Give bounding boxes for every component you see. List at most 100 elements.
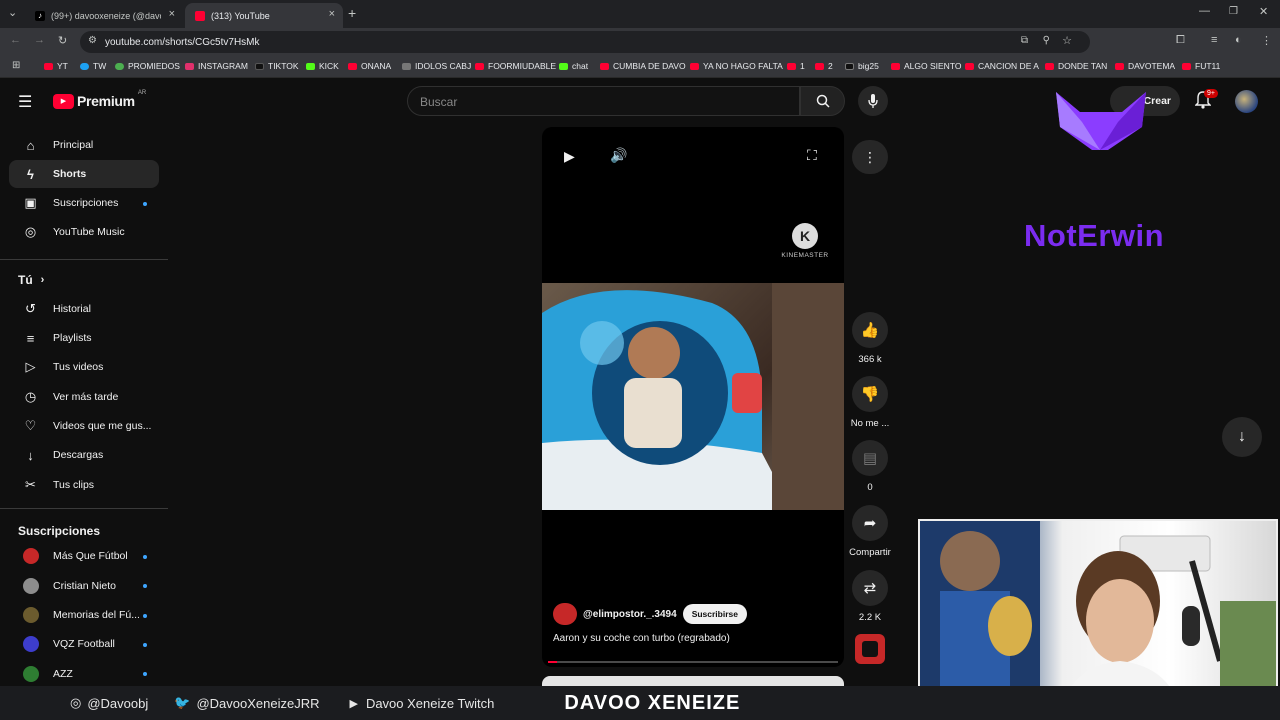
youtube-favicon-icon xyxy=(195,10,205,21)
sidebar-item-videos-que-me-gustan[interactable]: ♡ Videos que me gus... xyxy=(9,412,159,440)
bookmark-foormiudable[interactable]: FOORMIUDABLE xyxy=(475,61,556,71)
instagram-handle: @Davoobj xyxy=(87,695,149,711)
twitter-handle: @DavooXeneizeJRR xyxy=(196,695,320,711)
voice-search-button[interactable] xyxy=(858,86,888,116)
more-options-button[interactable]: ⋮ xyxy=(852,140,888,174)
close-tab-icon[interactable]: × xyxy=(329,8,335,20)
bookmark-onana[interactable]: ONANA xyxy=(348,61,391,71)
share-action[interactable]: ➦ Compartir xyxy=(845,505,895,558)
tab-davooxeneize[interactable]: ♪ (99+) davooxeneize (@davooxe × xyxy=(25,3,183,28)
apps-grid-icon[interactable]: ⊞ xyxy=(12,60,20,71)
chrome-menu-icon[interactable]: ⋮ xyxy=(1261,34,1272,47)
media-controls-icon[interactable]: ≡ xyxy=(1211,34,1217,46)
search-button[interactable] xyxy=(800,86,845,116)
dislike-action[interactable]: 👎 No me ... xyxy=(848,376,892,429)
bookmark-promiedos[interactable]: PROMIEDOS xyxy=(115,61,180,71)
remix-count: 2.2 K xyxy=(858,612,882,623)
short-title[interactable]: Aaron y su coche con turbo (regrabado) xyxy=(553,633,730,644)
maximize-icon[interactable]: ❐ xyxy=(1229,6,1238,17)
sidebar-item-youtube-music[interactable]: ◎ YouTube Music xyxy=(9,218,159,246)
channel-name[interactable]: @elimpostor._.3494 xyxy=(583,609,677,620)
sidebar-sub-vqz-football[interactable]: VQZ Football xyxy=(9,630,159,658)
sidebar-sub-mas-que-futbol[interactable]: Más Que Fútbol xyxy=(9,542,159,570)
sidebar-item-playlists[interactable]: ≡ Playlists xyxy=(9,324,159,352)
account-avatar[interactable] xyxy=(1235,90,1258,113)
close-tab-icon[interactable]: × xyxy=(169,8,175,20)
bookmark-ya-no-hago-falta[interactable]: YA NO HAGO FALTA xyxy=(690,61,783,71)
bookmark-2[interactable]: 2 xyxy=(815,61,833,71)
forward-icon[interactable]: → xyxy=(34,34,45,46)
like-action[interactable]: 👍 366 k xyxy=(852,312,888,365)
bookmark-cumbia-de-davo[interactable]: CUMBIA DE DAVO xyxy=(600,61,686,71)
bookmark-donde-tan[interactable]: DONDE TAN xyxy=(1045,61,1107,71)
bookmark-big25[interactable]: big25 xyxy=(845,61,879,71)
instagram-icon: ◎ xyxy=(70,695,82,710)
close-window-icon[interactable]: ✕ xyxy=(1259,5,1268,18)
bookmark-1[interactable]: 1 xyxy=(787,61,805,71)
notifications-button[interactable]: 9+ xyxy=(1194,89,1218,114)
youtube-icon xyxy=(965,62,974,70)
progress-fill xyxy=(548,661,557,663)
remix-action[interactable]: ⇄ 2.2 K xyxy=(852,570,888,623)
fullscreen-icon[interactable]: ⛶ xyxy=(807,147,817,164)
new-content-dot xyxy=(143,584,147,588)
chevron-right-icon: › xyxy=(40,274,45,286)
bookmark-fut11[interactable]: FUT11 xyxy=(1182,61,1220,71)
music-icon: ◎ xyxy=(24,224,37,239)
new-tab-icon[interactable]: + xyxy=(348,5,356,21)
url-text: youtube.com/shorts/CGc5tv7HsMk xyxy=(105,36,260,48)
bookmark-davotema[interactable]: DAVOTEMA xyxy=(1115,61,1175,71)
zoom-icon[interactable]: ⚲ xyxy=(1043,35,1050,46)
next-short-button[interactable]: ↓ xyxy=(1222,417,1262,457)
tab-youtube[interactable]: (313) YouTube × xyxy=(185,3,343,28)
bookmark-star-icon[interactable]: ☆ xyxy=(1062,34,1072,47)
channel-avatar[interactable] xyxy=(553,603,577,625)
volume-icon[interactable]: 🔊 xyxy=(610,147,627,164)
back-icon[interactable]: ← xyxy=(10,34,21,46)
hamburger-menu-icon[interactable]: ☰ xyxy=(18,92,32,112)
url-bar[interactable]: ⚙ youtube.com/shorts/CGc5tv7HsMk ⧉ ⚲ ☆ xyxy=(80,31,1090,53)
brand-overlay-text: NotErwin xyxy=(1024,218,1165,253)
bookmark-instagram[interactable]: INSTAGRAM xyxy=(185,61,248,71)
bookmark-tiktok[interactable]: TIKTOK xyxy=(255,61,299,71)
bookmark-idolos-cabj[interactable]: IDOLOS CABJ xyxy=(402,61,471,71)
sidebar-sub-cristian-nieto[interactable]: Cristian Nieto xyxy=(9,572,159,600)
bookmark-kick[interactable]: KICK xyxy=(306,61,339,71)
subscribe-button[interactable]: Suscribirse xyxy=(682,604,747,624)
sidebar-item-tus-clips[interactable]: ✂ Tus clips xyxy=(9,471,159,499)
sidebar-item-suscripciones[interactable]: ▣ Suscripciones xyxy=(9,189,159,217)
youtube-logo[interactable]: ▶ Premium AR xyxy=(53,90,146,109)
tab-search-icon[interactable]: ⌄ xyxy=(8,6,17,19)
bookmark-tw[interactable]: TW xyxy=(80,61,106,71)
channel-avatar xyxy=(22,607,39,623)
sidebar-item-shorts[interactable]: ϟ Shorts xyxy=(9,160,159,188)
sidebar-item-principal[interactable]: ⌂ Principal xyxy=(9,131,159,159)
bookmark-chat[interactable]: chat xyxy=(559,61,588,71)
search-input[interactable]: Buscar xyxy=(420,95,457,109)
sidebar-you-heading[interactable]: Tú › xyxy=(18,273,44,287)
sidebar-item-descargas[interactable]: ↓ Descargas xyxy=(9,441,159,469)
sidebar-sub-azz[interactable]: AZZ xyxy=(9,660,159,688)
play-icon[interactable]: ▶ xyxy=(564,148,575,165)
bookmark-algo-siento[interactable]: ALGO SIENTO xyxy=(891,61,961,71)
minimize-icon[interactable]: — xyxy=(1199,5,1210,17)
clock-icon: ◷ xyxy=(24,389,37,404)
reload-icon[interactable]: ↻ xyxy=(58,34,67,47)
site-info-icon[interactable]: ⚙ xyxy=(88,35,97,46)
progress-track[interactable] xyxy=(548,661,838,663)
comments-action[interactable]: ▤ 0 xyxy=(852,440,888,493)
instagram-icon xyxy=(185,62,194,70)
bookmark-yt[interactable]: YT xyxy=(44,61,68,71)
extensions-icon[interactable]: ⧠ xyxy=(1176,34,1185,47)
sound-thumbnail[interactable] xyxy=(855,634,885,664)
sidebar-item-historial[interactable]: ↺ Historial xyxy=(9,295,159,323)
sidebar-sub-memorias-del-futbol[interactable]: Memorias del Fú... xyxy=(9,601,159,629)
sidebar-item-tus-videos[interactable]: ▷ Tus videos xyxy=(9,353,159,381)
sidebar-item-ver-mas-tarde[interactable]: ◷ Ver más tarde xyxy=(9,383,159,411)
search-box[interactable]: Buscar xyxy=(407,86,800,116)
bookmark-cancion-de-a[interactable]: CANCION DE A xyxy=(965,61,1039,71)
profile-icon[interactable]: ◐ xyxy=(1235,34,1242,46)
remix-icon: ⇄ xyxy=(852,570,888,606)
install-app-icon[interactable]: ⧉ xyxy=(1021,35,1028,46)
shorts-player[interactable]: ▶ 🔊 ⛶ K KINEMASTER @elimpostor._.3494 Su… xyxy=(542,127,844,667)
